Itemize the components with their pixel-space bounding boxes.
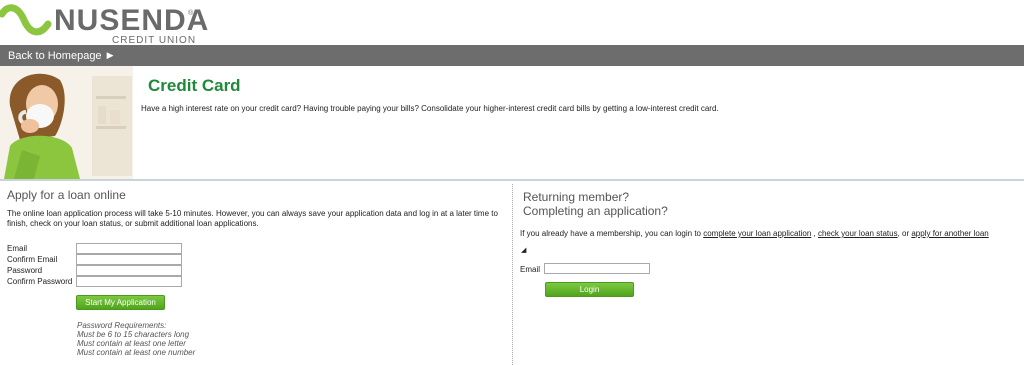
logo-registered-mark: ® <box>188 10 194 17</box>
page-title: Credit Card <box>148 76 241 95</box>
hero-description: Have a high interest rate on your credit… <box>141 104 719 113</box>
apply-another-loan-link[interactable]: apply for another loan <box>911 229 988 238</box>
link-separator: , <box>811 229 818 238</box>
logo-wordmark: NUSENDA <box>54 4 210 37</box>
site-header: NUSENDA ® CREDIT UNION <box>0 0 1024 46</box>
login-email-label: Email <box>520 265 541 274</box>
password-rule: Must be 6 to 15 characters long <box>77 330 190 339</box>
woman-with-mug-image <box>0 66 133 179</box>
email-field[interactable] <box>76 243 182 254</box>
nusenda-logo[interactable]: NUSENDA ® CREDIT UNION <box>0 2 208 46</box>
hero-section: Credit Card Have a high interest rate on… <box>0 66 1024 181</box>
confirm-password-field[interactable] <box>76 276 182 287</box>
password-field[interactable] <box>76 265 182 276</box>
hero-photo <box>0 66 133 179</box>
back-to-homepage-label: Back to Homepage <box>8 50 102 62</box>
triangle-down-icon[interactable]: ◢ <box>521 247 526 255</box>
password-rule: Must contain at least one letter <box>77 339 186 348</box>
apply-heading: Apply for a loan online <box>7 188 126 202</box>
back-to-homepage-link[interactable]: Back to Homepage ▶ <box>8 49 113 63</box>
apply-intro-text: The online loan application process will… <box>7 209 498 228</box>
confirm-password-label: Confirm Password <box>7 277 73 286</box>
complete-loan-application-link[interactable]: complete your loan application <box>703 229 811 238</box>
returning-heading-line1: Returning member? <box>523 190 630 204</box>
confirm-email-field[interactable] <box>76 254 182 265</box>
password-label: Password <box>7 266 43 275</box>
password-rule: Must contain at least one number <box>77 348 196 357</box>
link-separator: , or <box>897 229 912 238</box>
returning-text: If you already have a membership, you ca… <box>520 229 989 239</box>
check-loan-status-link[interactable]: check your loan status <box>818 229 898 238</box>
nav-bar: Back to Homepage ▶ <box>0 45 1024 66</box>
returning-heading-line2: Completing an application? <box>523 204 668 218</box>
password-requirements: Password Requirements: Must be 6 to 15 c… <box>77 321 195 357</box>
triangle-right-icon: ▶ <box>106 50 114 60</box>
logo-wave-icon <box>0 4 52 36</box>
apply-online-panel: Apply for a loan online The online loan … <box>0 181 511 365</box>
login-button[interactable]: Login <box>545 282 634 297</box>
email-label: Email <box>7 244 28 253</box>
start-application-button[interactable]: Start My Application <box>76 295 165 310</box>
returning-text-prefix: If you already have a membership, you ca… <box>520 229 704 238</box>
returning-heading: Returning member? Completing an applicat… <box>523 190 668 218</box>
confirm-email-label: Confirm Email <box>7 255 58 264</box>
returning-member-panel: Returning member? Completing an applicat… <box>513 181 1024 365</box>
password-requirements-title: Password Requirements: <box>77 321 167 330</box>
login-email-field[interactable] <box>544 263 650 274</box>
